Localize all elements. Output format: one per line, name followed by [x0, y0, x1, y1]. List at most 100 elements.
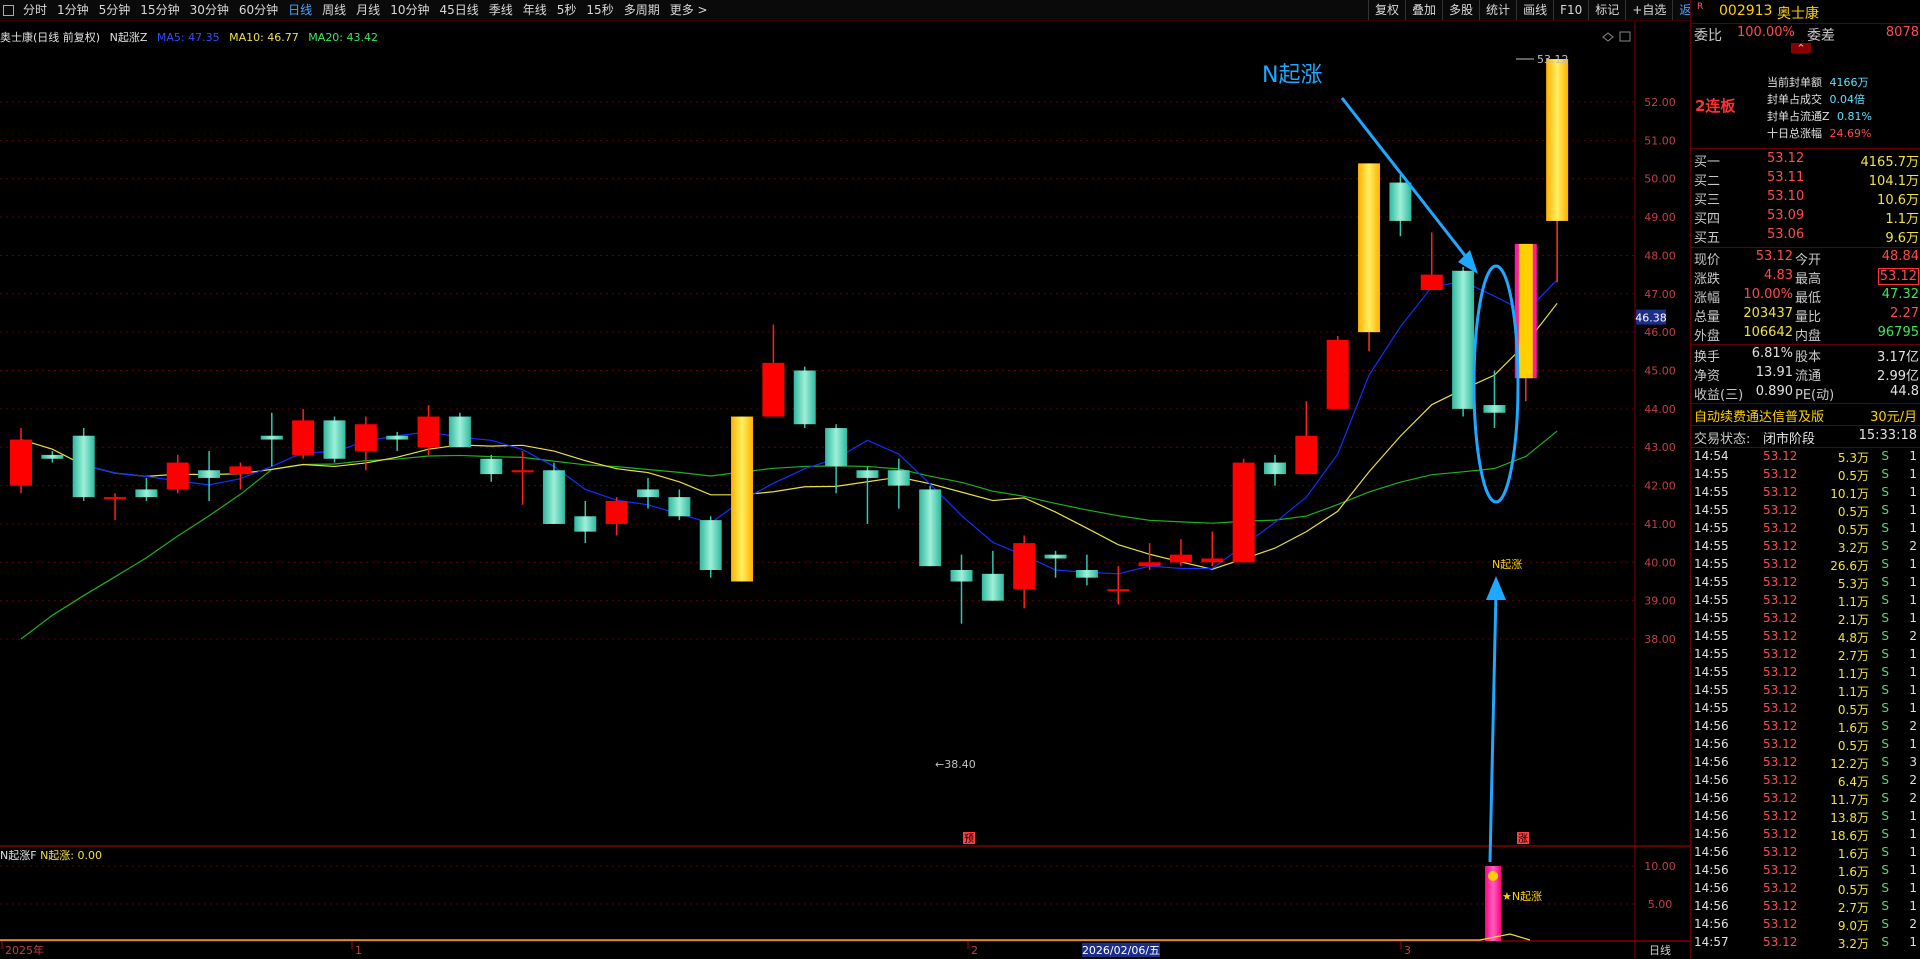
moving-average-lines	[20, 279, 1558, 640]
tab-yearly[interactable]: 年线	[518, 0, 552, 20]
tick-row: 14:56 53.12 13.8万 S 1	[1694, 809, 1917, 825]
candle-body	[1295, 435, 1318, 475]
marker-zhang: 涨	[1518, 833, 1528, 845]
tab-5sec[interactable]: 5秒	[552, 0, 582, 20]
draw-line-button[interactable]: 画线	[1516, 0, 1553, 20]
tick-row: 14:54 53.12 5.3万 S 1	[1694, 449, 1917, 465]
price-tick: 41.00	[1644, 518, 1676, 531]
low-price-label: ←38.40	[935, 758, 976, 771]
price-grid	[0, 101, 1635, 905]
fund-row: 净资 13.91 流通 2.99亿	[1694, 365, 1919, 384]
stock-label: 奥士康(日线 前复权)	[0, 31, 101, 44]
tab-5min[interactable]: 5分钟	[94, 0, 136, 20]
price-tick: 46.00	[1644, 326, 1676, 339]
menu-square-icon[interactable]	[3, 4, 14, 16]
sub-signal-label: ★N起涨	[1502, 890, 1542, 903]
period-label: 日线	[1649, 943, 1671, 957]
tab-daily[interactable]: 日线	[283, 0, 317, 20]
candle-body	[762, 362, 785, 417]
f10-button[interactable]: F10	[1553, 0, 1588, 20]
tab-10min[interactable]: 10分钟	[385, 0, 434, 20]
bid-row[interactable]: 买五 53.06 9.6万	[1691, 227, 1920, 246]
date-start: 2025年	[5, 943, 44, 957]
candle-body	[1232, 462, 1255, 563]
add-watchlist-button[interactable]: +自选	[1625, 0, 1672, 20]
bid-row[interactable]: 买四 53.09 1.1万	[1691, 208, 1920, 227]
window-icon[interactable]	[1619, 31, 1631, 42]
bid-row[interactable]: 买一 53.12 4165.7万	[1691, 151, 1920, 170]
price-axis-labels: 52.00 51.00 50.00 49.00 48.00 47.00 46.00 45.00…	[1, 96, 1676, 957]
tab-fenshi[interactable]: 分时	[18, 0, 52, 20]
diamond-icon[interactable]	[1602, 32, 1614, 42]
candle-body	[1107, 589, 1130, 592]
price-tick: 50.00	[1644, 173, 1676, 186]
tab-more[interactable]: 更多 >	[665, 0, 713, 20]
fund-row: 换手 6.81% 股本 3.17亿	[1694, 346, 1919, 365]
candle-body	[668, 497, 691, 517]
tick-row: 14:55 53.12 0.5万 S 1	[1694, 467, 1917, 483]
candle-body	[260, 435, 283, 440]
candle-body	[887, 470, 910, 486]
bid-row[interactable]: 买二 53.11 104.1万	[1691, 170, 1920, 189]
tick-row: 14:55 53.12 2.7万 S 1	[1694, 647, 1917, 663]
candle-body	[1075, 569, 1098, 578]
mark-button[interactable]: 标记	[1588, 0, 1625, 20]
seal-row: 当前封单额 4166万	[1767, 76, 1869, 89]
multi-stock-button[interactable]: 多股	[1442, 0, 1479, 20]
ma20-value: MA20: 43.42	[308, 31, 379, 44]
tab-60min[interactable]: 60分钟	[234, 0, 283, 20]
indicator-name[interactable]: N起涨Z	[110, 31, 148, 44]
stats-button[interactable]: 统计	[1479, 0, 1516, 20]
lianban-label: 2连板	[1695, 97, 1736, 115]
overlay-button[interactable]: 叠加	[1405, 0, 1442, 20]
tab-multi-period[interactable]: 多周期	[619, 0, 665, 20]
candle-body	[417, 416, 440, 448]
candle-body	[981, 573, 1004, 601]
fuquan-button[interactable]: 复权	[1368, 0, 1405, 20]
tick-row: 14:55 53.12 0.5万 S 1	[1694, 503, 1917, 519]
tab-1min[interactable]: 1分钟	[52, 0, 94, 20]
up-arrowhead	[1486, 576, 1506, 600]
collapse-button[interactable]: ^	[1791, 43, 1811, 53]
tick-row: 14:56 53.12 12.2万 S 3	[1694, 755, 1917, 771]
tab-15sec[interactable]: 15秒	[581, 0, 618, 20]
chart-info-line: 奥士康(日线 前复权) N起涨Z MA5: 47.35 MA10: 46.77 …	[0, 29, 384, 44]
candle-body	[1013, 543, 1036, 590]
tick-row: 14:55 53.12 1.1万 S 1	[1694, 593, 1917, 609]
candlesticks	[10, 59, 1569, 624]
candle-body	[950, 569, 973, 582]
sub-tick: 5.00	[1648, 898, 1673, 911]
high-price-label: 53.12	[1537, 53, 1569, 66]
seal-row: 十日总涨幅 24.69%	[1767, 127, 1872, 140]
sub-indicator-name[interactable]: N起涨F	[0, 849, 37, 862]
bid-row[interactable]: 买三 53.10 10.6万	[1691, 189, 1920, 208]
tab-30min[interactable]: 30分钟	[185, 0, 234, 20]
candle-body	[480, 458, 503, 475]
candle-body	[919, 489, 942, 567]
n-qizhang-subchart: ★N起涨	[0, 866, 1542, 941]
candle-body	[386, 435, 409, 440]
tab-15min[interactable]: 15分钟	[135, 0, 184, 20]
candle-body	[637, 489, 659, 498]
price-tick: 44.00	[1644, 403, 1676, 416]
tab-monthly[interactable]: 月线	[351, 0, 385, 20]
kline-chart[interactable]: 52.00 51.00 50.00 49.00 48.00 47.00 46.00 45.00…	[0, 22, 1690, 959]
tab-quarterly[interactable]: 季线	[484, 0, 518, 20]
candle-body	[1483, 405, 1506, 413]
tick-row: 14:55 53.12 5.3万 S 1	[1694, 575, 1917, 591]
candle-body	[1138, 562, 1161, 567]
stat-row: 涨幅 10.00% 最低 47.32	[1694, 287, 1919, 306]
sub-tick: 10.00	[1644, 860, 1676, 873]
tick-row: 14:55 53.12 0.5万 S 1	[1694, 701, 1917, 717]
promo-row[interactable]: 自动续费通达信普及版 30元/月	[1691, 406, 1920, 425]
tick-row: 14:55 53.12 3.2万 S 2	[1694, 539, 1917, 555]
cursor-price: 46.38	[1635, 312, 1667, 325]
price-tick: 47.00	[1644, 288, 1676, 301]
fund-row: 收益(三) 0.890 PE(动) 44.8	[1694, 384, 1919, 403]
tab-45day[interactable]: 45日线	[434, 0, 483, 20]
candle-body	[1358, 163, 1381, 333]
candle-body	[198, 470, 221, 478]
candle-body	[1201, 558, 1224, 563]
tab-weekly[interactable]: 周线	[317, 0, 351, 20]
candle-body	[511, 470, 534, 473]
